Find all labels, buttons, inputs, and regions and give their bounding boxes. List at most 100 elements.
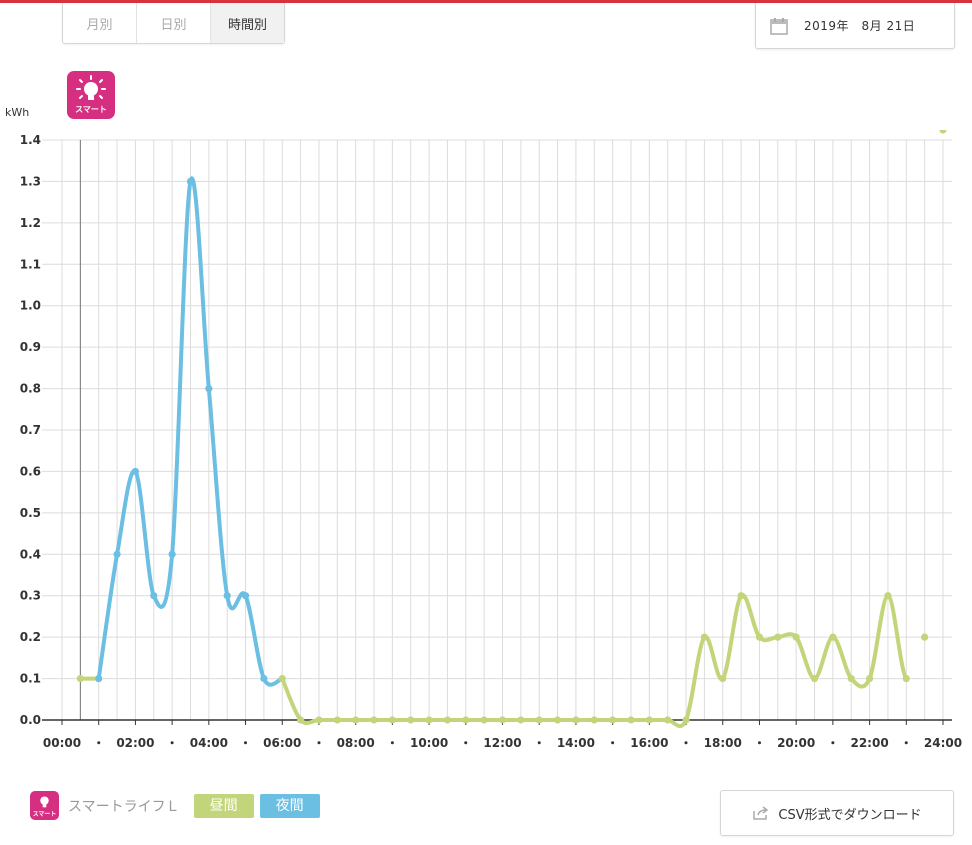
x-tick-label: 12:00 bbox=[483, 736, 521, 750]
data-point bbox=[95, 674, 103, 683]
y-tick-label: 1.0 bbox=[20, 299, 41, 313]
data-point bbox=[113, 550, 121, 558]
data-point bbox=[921, 633, 929, 641]
data-point bbox=[425, 716, 433, 724]
x-tick-label: ・ bbox=[607, 736, 619, 750]
tab-daily[interactable]: 日別 bbox=[137, 3, 211, 43]
data-point bbox=[792, 633, 800, 641]
y-tick-label: 0.2 bbox=[20, 630, 41, 644]
x-tick-label: 00:00 bbox=[43, 736, 81, 750]
data-point bbox=[939, 130, 947, 134]
y-tick-label: 0.0 bbox=[20, 713, 41, 727]
x-tick-label: ・ bbox=[827, 736, 839, 750]
x-tick-label: 08:00 bbox=[337, 736, 375, 750]
data-point bbox=[407, 716, 415, 724]
data-point bbox=[462, 716, 470, 724]
usage-line-chart: 0.0 0.1 0.2 0.3 0.4 0.5 0.6 0.7 0.8 0.9 1.0 1.1 1.2 1… bbox=[20, 130, 962, 750]
chart-legend: スマート スマートライフＬ 昼間 夜間 bbox=[30, 791, 320, 820]
y-tick-label: 0.6 bbox=[20, 464, 41, 478]
data-point bbox=[131, 467, 140, 476]
y-tick-label: 1.3 bbox=[20, 174, 41, 188]
data-point bbox=[535, 716, 543, 724]
data-point bbox=[609, 716, 617, 724]
data-point bbox=[865, 674, 874, 683]
data-point bbox=[150, 592, 158, 600]
data-point bbox=[847, 674, 855, 683]
data-point bbox=[260, 674, 268, 683]
x-tick-label: 16:00 bbox=[630, 736, 668, 750]
data-point bbox=[297, 716, 305, 724]
data-point bbox=[370, 716, 378, 724]
tab-monthly[interactable]: 月別 bbox=[63, 3, 137, 43]
data-point bbox=[241, 592, 250, 600]
data-point bbox=[810, 674, 819, 683]
calendar-icon bbox=[770, 17, 788, 35]
data-point bbox=[590, 716, 598, 724]
data-point bbox=[76, 674, 84, 683]
x-tick-label: ・ bbox=[166, 736, 178, 750]
data-point bbox=[902, 674, 910, 683]
data-point bbox=[737, 592, 745, 600]
date-text: 2019年 8月 21日 bbox=[804, 19, 916, 33]
data-point bbox=[682, 716, 690, 724]
data-point bbox=[774, 633, 782, 641]
data-point bbox=[352, 716, 360, 724]
x-tick-label: ・ bbox=[460, 736, 472, 750]
data-point bbox=[186, 177, 195, 186]
x-tick-label: ・ bbox=[93, 736, 105, 750]
x-tick-label: 02:00 bbox=[116, 736, 154, 750]
x-tick-label: 04:00 bbox=[190, 736, 228, 750]
y-tick-label: 0.9 bbox=[20, 340, 41, 354]
x-tick-label: ・ bbox=[680, 736, 692, 750]
legend-daytime: 昼間 bbox=[193, 793, 254, 818]
export-icon bbox=[753, 806, 769, 820]
tab-hourly[interactable]: 時間別 bbox=[211, 3, 284, 43]
data-point bbox=[719, 674, 727, 683]
date-picker[interactable]: 2019年 8月 21日 bbox=[755, 3, 955, 49]
badge-label: スマート bbox=[75, 105, 107, 114]
period-tabs: 月別 日別 時間別 bbox=[62, 3, 285, 44]
data-point bbox=[700, 633, 708, 641]
data-point bbox=[755, 633, 764, 641]
legend-smart-badge: スマート bbox=[30, 791, 59, 820]
x-tick-label: ・ bbox=[753, 736, 765, 750]
data-point bbox=[443, 716, 452, 724]
data-point bbox=[829, 633, 837, 641]
y-tick-label: 1.4 bbox=[20, 133, 41, 147]
data-point bbox=[278, 674, 286, 683]
y-unit-label: kWh bbox=[5, 106, 30, 119]
data-point bbox=[223, 592, 231, 600]
data-point bbox=[168, 550, 176, 558]
y-tick-label: 0.3 bbox=[20, 589, 41, 603]
data-point bbox=[498, 716, 507, 724]
x-tick-label: 14:00 bbox=[557, 736, 595, 750]
y-tick-label: 1.2 bbox=[20, 216, 41, 230]
x-tick-label: 20:00 bbox=[777, 736, 815, 750]
x-tick-label: 06:00 bbox=[263, 736, 301, 750]
data-point bbox=[315, 716, 323, 724]
data-point bbox=[517, 716, 525, 724]
data-point bbox=[205, 384, 213, 393]
y-tick-label: 0.4 bbox=[20, 547, 41, 561]
x-tick-label: ・ bbox=[386, 736, 398, 750]
data-point bbox=[664, 716, 672, 724]
data-point bbox=[388, 716, 396, 724]
data-point bbox=[627, 716, 635, 724]
data-point bbox=[333, 716, 341, 724]
data-point bbox=[884, 592, 892, 600]
csv-download-button[interactable]: CSV形式でダウンロード bbox=[720, 790, 954, 836]
legend-nighttime: 夜間 bbox=[259, 793, 320, 818]
data-point bbox=[645, 716, 653, 724]
data-point bbox=[553, 716, 562, 724]
smart-plan-badge: スマート bbox=[67, 71, 115, 119]
x-tick-label: ・ bbox=[313, 736, 325, 750]
y-tick-label: 0.1 bbox=[20, 672, 41, 686]
x-tick-label: ・ bbox=[900, 736, 912, 750]
y-tick-label: 1.1 bbox=[20, 257, 41, 271]
data-point bbox=[572, 716, 580, 724]
x-tick-label: 24:00 bbox=[924, 736, 962, 750]
csv-button-label: CSV形式でダウンロード bbox=[778, 807, 922, 823]
x-tick-label: ・ bbox=[533, 736, 545, 750]
x-tick-label: ・ bbox=[240, 736, 252, 750]
x-tick-label: 18:00 bbox=[704, 736, 742, 750]
